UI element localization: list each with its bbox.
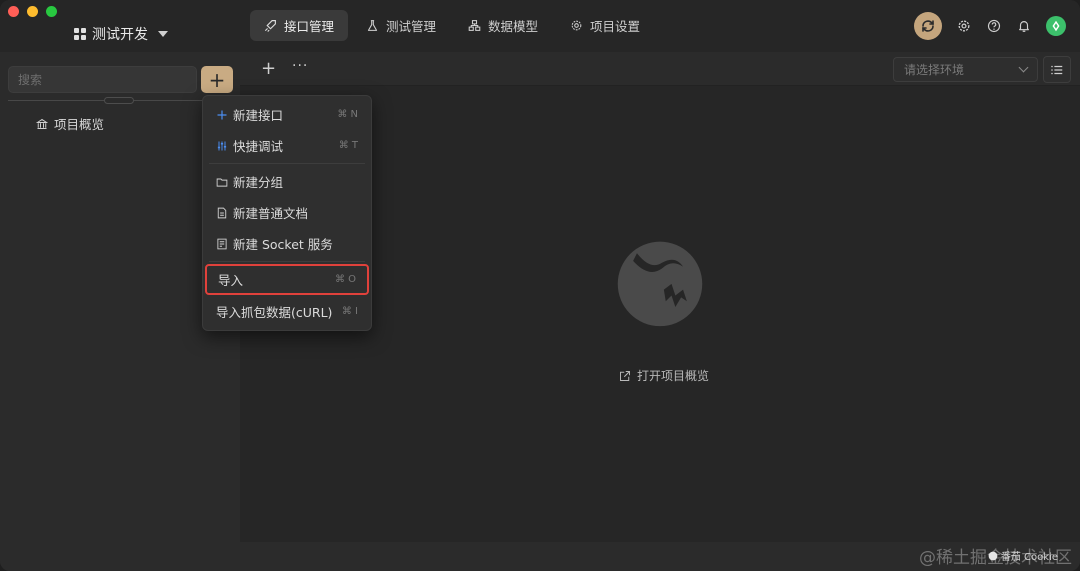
top-bar: 测试开发 接口管理 测试管理 数据模型 项目设置 — [0, 0, 1080, 52]
menu-separator — [209, 163, 365, 164]
bell-icon — [1019, 21, 1029, 32]
tab-test-management[interactable]: 测试管理 — [352, 10, 450, 41]
tab-project-settings[interactable]: 项目设置 — [556, 10, 654, 41]
menu-item-quick-debug[interactable]: 快捷调试 ⌘ T — [203, 130, 371, 161]
menu-separator — [209, 261, 365, 262]
project-name: 测试开发 — [92, 27, 148, 43]
open-project-overview-link[interactable]: 打开项目概览 — [619, 367, 709, 384]
document-icon — [217, 207, 227, 218]
plus-icon — [217, 110, 227, 119]
tab-data-model[interactable]: 数据模型 — [454, 10, 552, 41]
list-icon — [1051, 65, 1063, 74]
tab-label: 测试管理 — [386, 19, 437, 34]
tab-label: 项目设置 — [590, 19, 641, 34]
flask-icon — [367, 20, 378, 31]
socket-icon — [217, 238, 227, 249]
search-box[interactable] — [8, 66, 197, 93]
plus-icon: + — [208, 67, 226, 92]
menu-item-label: 新建普通文档 — [233, 206, 309, 221]
top-right-actions — [914, 12, 1066, 40]
sync-icon — [922, 20, 934, 32]
settings-button[interactable] — [956, 18, 972, 34]
search-input[interactable] — [18, 72, 187, 87]
tab-api-management[interactable]: 接口管理 — [250, 10, 349, 41]
menu-item-new-group[interactable]: 新建分组 — [203, 166, 371, 197]
menu-item-import-curl[interactable]: 导入抓包数据(cURL) ⌘ I — [203, 296, 371, 327]
add-button[interactable]: + — [201, 66, 233, 93]
environment-placeholder: 请选择环境 — [904, 63, 965, 77]
menu-shortcut: ⌘ I — [341, 306, 358, 317]
main-toolbar: + ··· 请选择环境 — [240, 52, 1080, 86]
tab-label: 接口管理 — [284, 19, 335, 34]
sidebar-divider — [8, 97, 233, 104]
window-controls — [8, 6, 57, 17]
menu-item-label: 导入 — [218, 273, 244, 288]
app-window: 测试开发 接口管理 测试管理 数据模型 项目设置 搜索 + 项目概览 + ···… — [0, 0, 1080, 571]
rocket-icon — [265, 20, 276, 32]
folder-icon — [216, 178, 228, 187]
menu-item-label: 新建 Socket 服务 — [233, 237, 333, 252]
menu-item-label: 新建分组 — [233, 175, 284, 190]
sidebar-item-project-overview[interactable]: 项目概览 — [36, 114, 104, 133]
menu-item-label: 新建接口 — [233, 108, 284, 123]
add-dropdown-menu: 新建接口 ⌘ N 快捷调试 ⌘ T 新建分组 新建普通文档 新建 Socket … — [202, 95, 372, 331]
minimize-window-button[interactable] — [27, 6, 38, 17]
grid-icon — [74, 28, 86, 40]
menu-item-new-socket-service[interactable]: 新建 Socket 服务 — [203, 228, 371, 259]
notifications-button[interactable] — [1016, 18, 1032, 34]
author-watermark: 番茄 Cookie — [988, 548, 1058, 563]
menu-shortcut: ⌘ N — [337, 109, 358, 120]
close-window-button[interactable] — [8, 6, 19, 17]
app-logo-icon — [617, 241, 703, 327]
caret-down-icon — [158, 31, 168, 37]
menu-item-label: 导入抓包数据(cURL) — [216, 305, 333, 320]
list-view-button[interactable] — [1043, 56, 1071, 83]
resize-handle[interactable] — [104, 97, 134, 104]
author-label: 番茄 Cookie — [1000, 552, 1058, 563]
zoom-window-button[interactable] — [46, 6, 57, 17]
sync-button[interactable] — [914, 12, 942, 40]
menu-item-new-document[interactable]: 新建普通文档 — [203, 197, 371, 228]
project-switcher[interactable]: 测试开发 — [74, 24, 168, 44]
sidebar-item-label: 项目概览 — [54, 117, 105, 132]
tab-label: 数据模型 — [488, 19, 539, 34]
gear-icon — [958, 20, 970, 32]
gear-icon — [571, 20, 582, 31]
model-icon — [468, 20, 481, 31]
open-overview-label: 打开项目概览 — [637, 369, 710, 383]
menu-shortcut: ⌘ O — [334, 274, 356, 285]
menu-shortcut: ⌘ T — [338, 140, 358, 151]
environment-select[interactable]: 请选择环境 — [893, 57, 1038, 82]
new-tab-button[interactable]: + — [261, 58, 276, 79]
menu-item-new-api[interactable]: 新建接口 ⌘ N — [203, 99, 371, 130]
chevron-down-icon — [1018, 62, 1029, 73]
avatar[interactable] — [1046, 16, 1066, 36]
wechat-icon — [988, 551, 998, 560]
menu-item-import[interactable]: 导入 ⌘ O — [205, 264, 369, 295]
more-button[interactable]: ··· — [292, 58, 308, 74]
external-link-icon — [620, 370, 630, 381]
sliders-icon — [217, 141, 227, 150]
help-button[interactable] — [986, 18, 1002, 34]
bank-icon — [36, 118, 48, 129]
user-avatar-icon — [1052, 20, 1060, 32]
question-icon — [987, 19, 1001, 33]
main-tabs: 接口管理 测试管理 数据模型 项目设置 — [250, 10, 654, 41]
menu-item-label: 快捷调试 — [233, 139, 284, 154]
